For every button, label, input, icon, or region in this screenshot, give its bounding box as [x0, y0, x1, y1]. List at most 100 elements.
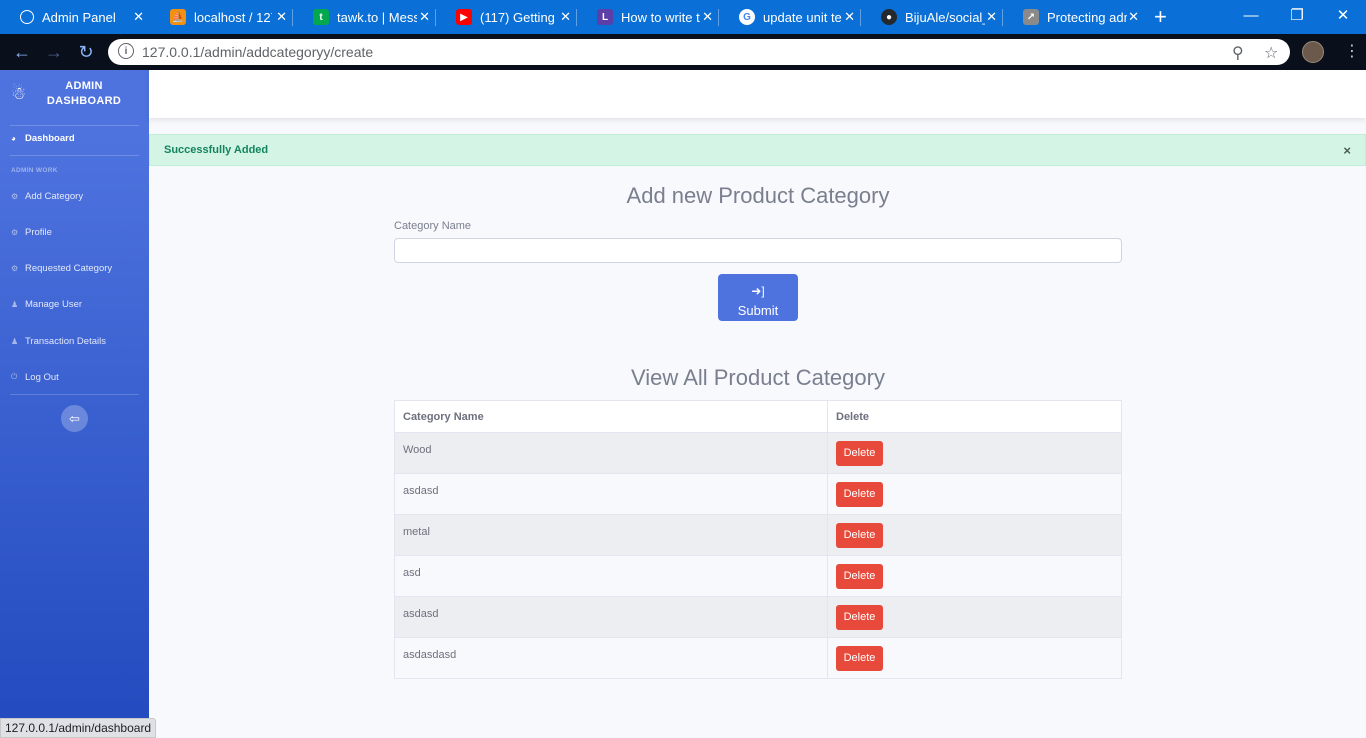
sidebar-item-dashboard[interactable]: ◕ Dashboard — [0, 128, 149, 148]
tab-title: update unit te — [763, 9, 842, 25]
site-info-icon[interactable]: i — [118, 43, 134, 59]
tab-title: (117) Getting — [480, 9, 555, 25]
category-name-cell: asd — [394, 555, 828, 597]
table-title: View All Product Category — [631, 365, 885, 390]
back-icon[interactable]: ← — [11, 41, 33, 63]
url-text[interactable]: 127.0.0.1/admin/addcategoryy/create — [142, 44, 373, 60]
bookmark-star-icon[interactable]: ☆ — [1264, 43, 1278, 63]
sidebar-item-log-out[interactable]: ⏻ Log Out — [0, 367, 149, 387]
collapse-arrow-icon: ⇦ — [69, 410, 80, 426]
table-row: asdasdasd Delete — [394, 637, 1122, 679]
sidebar-item-label: Log Out — [25, 371, 59, 383]
profile-avatar[interactable] — [1302, 41, 1324, 63]
category-name-cell: Wood — [394, 432, 828, 474]
site-icon: ↗ — [1023, 9, 1039, 25]
sign-in-icon: ➜] — [751, 283, 765, 298]
close-tab-icon[interactable]: ✕ — [1128, 9, 1139, 25]
browser-tab[interactable]: ● BijuAle/social_ ✕ — [861, 0, 1003, 34]
sidebar-item-label: Profile — [25, 226, 52, 238]
category-name-input[interactable] — [394, 238, 1122, 263]
browser-tab[interactable]: ↗ Protecting adm ✕ — [1003, 0, 1145, 34]
delete-button[interactable]: Delete — [836, 441, 883, 466]
sidebar-item-manage-user[interactable]: ♟ Manage User — [0, 294, 149, 314]
globe-icon — [20, 10, 34, 24]
browser-tab[interactable]: L How to write t ✕ — [577, 0, 719, 34]
window-close-icon[interactable]: ✕ — [1320, 0, 1366, 30]
sidebar-item-label: Requested Category — [25, 262, 113, 274]
power-icon: ⏻ — [11, 372, 18, 381]
column-header-category-name: Category Name — [394, 400, 828, 433]
delete-cell: Delete — [827, 637, 1122, 679]
new-tab-icon[interactable]: + — [1154, 4, 1167, 30]
gear-icon: ⚙ — [11, 263, 19, 273]
tab-title: Protecting adm — [1047, 9, 1127, 25]
browser-tab[interactable]: t tawk.to | Mess ✕ — [293, 0, 436, 34]
table-row: Wood Delete — [394, 432, 1122, 474]
status-bar-url: 127.0.0.1/admin/dashboard — [0, 718, 157, 738]
delete-button[interactable]: Delete — [836, 646, 883, 671]
alert-message: Successfully Added — [164, 144, 269, 156]
tab-title: localhost / 127 — [194, 9, 272, 25]
browser-tab[interactable]: G update unit te ✕ — [719, 0, 861, 34]
sidebar-item-requested-category[interactable]: ⚙ Requested Category — [0, 258, 149, 278]
browser-tab[interactable]: ⛵ localhost / 127 ✕ — [150, 0, 293, 34]
delete-cell: Delete — [827, 596, 1122, 638]
zoom-icon[interactable]: ⚲ — [1232, 43, 1244, 63]
sidebar-item-label: Add Category — [25, 190, 84, 202]
tab-title: How to write t — [621, 9, 700, 25]
reload-icon[interactable]: ↻ — [75, 41, 97, 63]
topbar — [149, 70, 1366, 118]
sidebar-brand[interactable]: ☃ ADMIN DASHBOARD — [0, 70, 149, 120]
browser-tab[interactable]: ▶ (117) Getting ✕ — [436, 0, 577, 34]
submit-button[interactable]: ➜] Submit — [718, 274, 798, 321]
delete-cell: Delete — [827, 432, 1122, 474]
close-tab-icon[interactable]: ✕ — [986, 9, 997, 25]
submit-label: Submit — [737, 302, 779, 318]
tab-title: BijuAle/social_ — [905, 9, 985, 25]
browser-tab[interactable]: Admin Panel ✕ — [0, 0, 150, 34]
table-header-row: Category Name Delete — [394, 400, 1122, 433]
category-name-cell: asdasdasd — [394, 637, 828, 679]
delete-button[interactable]: Delete — [836, 523, 883, 548]
restore-icon[interactable]: ❐ — [1274, 0, 1320, 30]
delete-button[interactable]: Delete — [836, 605, 883, 630]
sidebar-item-label: Transaction Details — [25, 335, 106, 347]
sidebar-item-label: Dashboard — [25, 132, 75, 144]
delete-cell: Delete — [827, 555, 1122, 597]
delete-button[interactable]: Delete — [836, 564, 883, 589]
category-name-label: Category Name — [394, 220, 472, 232]
sidebar-item-transaction-details[interactable]: ♟ Transaction Details — [0, 331, 149, 351]
phpmyadmin-icon: ⛵ — [170, 9, 186, 25]
forward-icon[interactable]: → — [43, 41, 65, 63]
success-alert: Successfully Added × — [149, 134, 1366, 166]
close-icon[interactable]: × — [1343, 143, 1351, 158]
close-tab-icon[interactable]: ✕ — [419, 9, 430, 25]
column-header-delete: Delete — [827, 400, 1122, 433]
sidebar-item-add-category[interactable]: ⚙ Add Category — [0, 186, 149, 206]
table-row: asd Delete — [394, 555, 1122, 597]
sidebar-toggle-button[interactable]: ⇦ — [61, 405, 88, 432]
user-icon: ♟ — [11, 336, 19, 346]
youtube-icon: ▶ — [456, 9, 472, 25]
sidebar-item-profile[interactable]: ⚙ Profile — [0, 222, 149, 242]
table-row: metal Delete — [394, 514, 1122, 556]
close-tab-icon[interactable]: ✕ — [133, 9, 144, 25]
gear-icon: ⚙ — [11, 191, 19, 201]
close-tab-icon[interactable]: ✕ — [276, 9, 287, 25]
sidebar: ☃ ADMIN DASHBOARD ◕ Dashboard ADMIN WORK… — [0, 70, 149, 738]
sidebar-heading: ADMIN WORK — [11, 167, 58, 174]
close-tab-icon[interactable]: ✕ — [560, 9, 571, 25]
sidebar-item-label: Manage User — [25, 298, 83, 310]
delete-cell: Delete — [827, 514, 1122, 556]
close-tab-icon[interactable]: ✕ — [702, 9, 713, 25]
delete-button[interactable]: Delete — [836, 482, 883, 507]
tawkto-icon: t — [313, 9, 329, 25]
github-icon: ● — [881, 9, 897, 25]
sidebar-divider — [10, 125, 139, 126]
category-name-cell: metal — [394, 514, 828, 556]
browser-menu-icon[interactable]: ⋮ — [1344, 41, 1360, 61]
sidebar-divider — [10, 394, 139, 395]
user-icon: ♟ — [11, 299, 19, 309]
minimize-icon[interactable]: — — [1228, 0, 1274, 30]
close-tab-icon[interactable]: ✕ — [844, 9, 855, 25]
